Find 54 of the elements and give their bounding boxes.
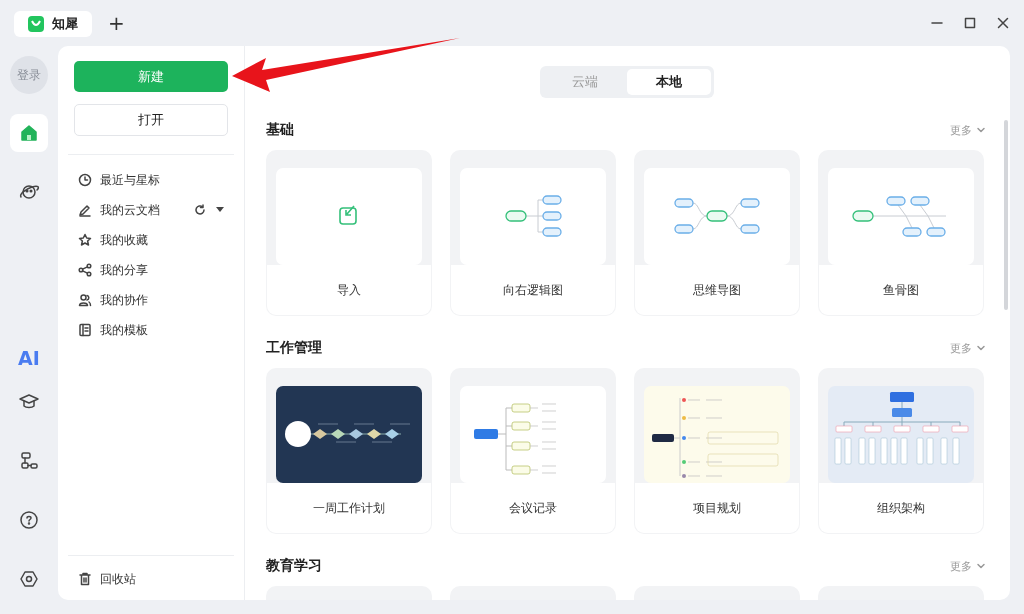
- template-card[interactable]: 向右逻辑图: [450, 150, 616, 316]
- card-title: 一周工作计划: [267, 483, 431, 533]
- pencil-icon: [78, 203, 92, 217]
- chevron-down-icon: [976, 561, 986, 571]
- chevron-down-icon: [976, 125, 986, 135]
- template-icon: [78, 323, 92, 337]
- share-icon: [78, 263, 92, 277]
- open-button[interactable]: 打开: [74, 104, 228, 136]
- people-icon: [78, 293, 92, 307]
- sidebar-item[interactable]: 我的协作: [74, 285, 228, 315]
- import-icon: [339, 205, 357, 225]
- source-tab[interactable]: 本地: [627, 69, 711, 95]
- template-card[interactable]: 鱼骨图: [818, 150, 984, 316]
- template-card[interactable]: 会议记录: [450, 368, 616, 534]
- card-title: 向右逻辑图: [451, 265, 615, 315]
- section-title: 工作管理: [266, 339, 322, 357]
- help-icon: [18, 509, 40, 531]
- card-title: 会议记录: [451, 483, 615, 533]
- section-title: 基础: [266, 121, 294, 139]
- sidebar-item[interactable]: 我的分享: [74, 255, 228, 285]
- refresh-icon[interactable]: [194, 204, 206, 216]
- trash-icon: [78, 572, 92, 586]
- tab-title: 知犀: [52, 15, 78, 33]
- home-icon: [18, 122, 40, 144]
- card-title: 组织架构: [819, 483, 983, 533]
- close-icon[interactable]: [997, 17, 1009, 29]
- card-title: 鱼骨图: [819, 265, 983, 315]
- sidebar-item[interactable]: 我的云文档: [74, 195, 228, 225]
- app-tab[interactable]: 知犀: [14, 11, 92, 37]
- card-title: 导入: [267, 265, 431, 315]
- sidebar-item[interactable]: 最近与星标: [74, 165, 228, 195]
- app-logo-icon: [28, 16, 44, 32]
- logic-map-drawing: [505, 195, 562, 237]
- section-title: 教育学习: [266, 557, 322, 575]
- template-card[interactable]: 项目规划: [634, 368, 800, 534]
- sidebar-item[interactable]: 我的收藏: [74, 225, 228, 255]
- card-title: 项目规划: [635, 483, 799, 533]
- maximize-icon[interactable]: [964, 17, 976, 29]
- home-button[interactable]: [10, 114, 48, 152]
- sidebar-item[interactable]: 我的模板: [74, 315, 228, 345]
- scrollbar[interactable]: [1004, 120, 1008, 310]
- template-card[interactable]: 思维导图: [634, 150, 800, 316]
- settings-icon: [18, 568, 40, 590]
- caret-icon[interactable]: [216, 207, 224, 213]
- new-tab-button[interactable]: +: [102, 11, 131, 35]
- chevron-down-icon: [976, 343, 986, 353]
- star-icon: [78, 233, 92, 247]
- template-card[interactable]: 一周工作计划: [266, 368, 432, 534]
- template-card[interactable]: 组织架构: [818, 368, 984, 534]
- clock-icon: [78, 173, 92, 187]
- template-card[interactable]: 导入: [266, 150, 432, 316]
- flowchart-icon: [18, 450, 40, 472]
- trash-item[interactable]: 回收站: [74, 564, 228, 594]
- card-title: 思维导图: [635, 265, 799, 315]
